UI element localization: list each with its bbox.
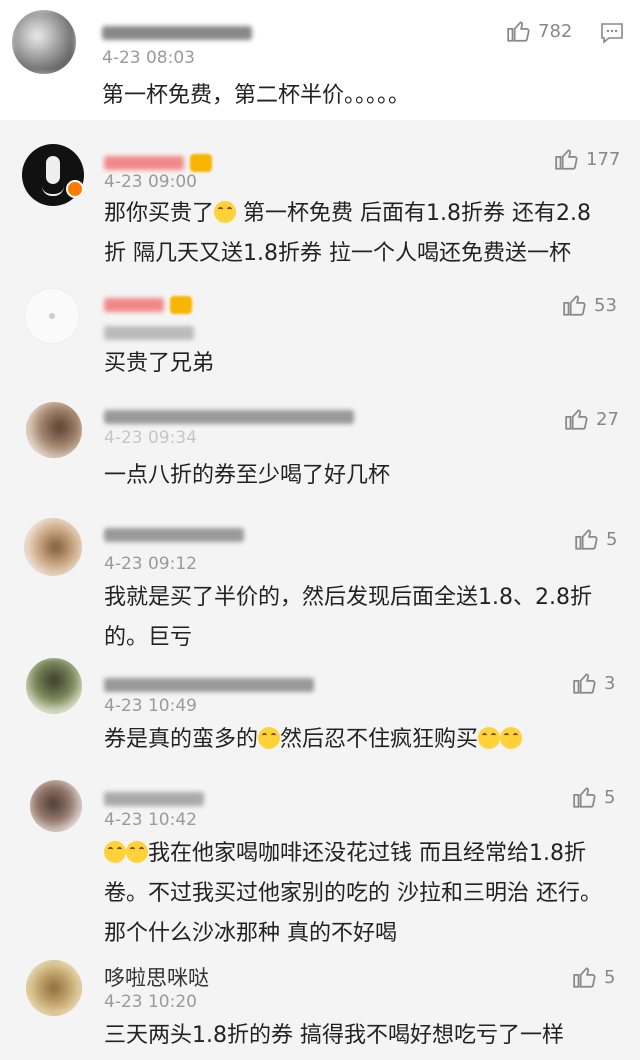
comment-text-part: 折 隔几天又送1.8折券 拉一个人喝还免费送一杯	[104, 241, 571, 266]
avatar[interactable]	[12, 10, 76, 74]
thumbs-up-icon	[573, 787, 596, 808]
like-button[interactable]: 177	[554, 146, 620, 172]
like-count: 5	[606, 528, 618, 550]
comment-text-line: 我就是买了半价的，然后发现后面全送1.8、2.8折	[104, 585, 592, 610]
sweat-emoji	[258, 727, 281, 749]
comment-text-part: 然后忍不住疯狂购买	[280, 727, 479, 752]
like-count: 5	[604, 966, 616, 988]
username-blurred[interactable]	[104, 410, 354, 424]
main-comment: 4-23 08:03 782 第一杯免费，第二杯半价。。。。。	[0, 0, 640, 120]
laughing-emoji	[126, 841, 148, 863]
like-button[interactable]: 5	[572, 784, 615, 810]
like-button[interactable]: 53	[562, 292, 617, 318]
avatar[interactable]	[24, 518, 82, 576]
comment-button[interactable]	[600, 22, 624, 48]
comment-time: 4-23 10:20	[104, 992, 197, 1012]
comment-text-part: 第一杯免费 后面有1.8折券 还有2.8	[243, 201, 591, 226]
comment-text: 我就是买了半价的，然后发现后面全送1.8、2.8折 的。巨亏	[104, 578, 624, 658]
avatar[interactable]	[26, 658, 82, 714]
comment-text-part: 那你买贵了	[104, 201, 215, 226]
comment-time: 4-23 10:49	[104, 696, 197, 716]
laughing-emoji	[478, 727, 501, 749]
avatar[interactable]	[26, 960, 82, 1016]
verified-badge	[66, 180, 84, 198]
username-blurred[interactable]	[104, 528, 244, 542]
time-blurred	[104, 326, 194, 340]
thumbs-up-icon	[575, 529, 598, 550]
comment-time: 4-23 08:03	[102, 48, 195, 68]
like-button[interactable]: 5	[574, 526, 617, 552]
username-blurred[interactable]	[104, 678, 314, 692]
thumbs-up-icon	[507, 21, 530, 42]
avatar[interactable]	[24, 288, 80, 344]
like-button[interactable]: 5	[572, 964, 615, 990]
avatar[interactable]	[30, 780, 82, 832]
comment-time: 4-23 09:12	[104, 554, 197, 574]
thumbs-up-icon	[563, 295, 586, 316]
username-blurred[interactable]	[104, 792, 204, 806]
comment-text-part: 券是真的蛮多的	[104, 727, 259, 752]
comment-text: 那你买贵了 第一杯免费 后面有1.8折券 还有2.8 折 隔几天又送1.8折券 …	[104, 194, 624, 274]
thumbs-up-icon	[573, 673, 596, 694]
comment-text: 一点八折的券至少喝了好几杯	[104, 463, 391, 488]
username-blurred[interactable]	[104, 298, 164, 312]
laughing-emoji	[104, 841, 126, 863]
comment-text: 三天两头1.8折的券 搞得我不喝好想吃亏了一样	[104, 1023, 564, 1048]
like-count: 53	[594, 294, 617, 316]
comment-text-line: 我在他家喝咖啡还没花过钱 而且经常给1.8折	[148, 841, 586, 866]
like-button[interactable]: 782	[506, 18, 572, 44]
vip-badge	[190, 154, 212, 172]
like-count: 177	[586, 148, 621, 170]
thumbs-up-icon	[555, 149, 578, 170]
thumbs-up-icon	[573, 967, 596, 988]
like-count: 3	[604, 672, 616, 694]
laughing-emoji	[214, 201, 237, 223]
avatar[interactable]	[26, 402, 82, 458]
comment-text-line: 卷。不过我买过他家别的吃的 沙拉和三明治 还行。	[104, 881, 602, 906]
username-blurred[interactable]	[104, 156, 184, 170]
like-button[interactable]: 27	[564, 406, 619, 432]
comment-time: 4-23 10:42	[104, 810, 197, 830]
like-count: 27	[596, 408, 619, 430]
username[interactable]: 哆啦思咪哒	[104, 962, 209, 992]
comment-text: 我在他家喝咖啡还没花过钱 而且经常给1.8折 卷。不过我买过他家别的吃的 沙拉和…	[104, 834, 624, 954]
comment-text: 买贵了兄弟	[104, 351, 215, 376]
vip-badge	[170, 296, 192, 314]
like-count: 782	[538, 20, 573, 42]
laughing-emoji	[500, 727, 523, 749]
comment-text-line: 那个什么沙冰那种 真的不好喝	[104, 921, 397, 946]
comment-time: 4-23 09:00	[104, 172, 197, 192]
comment-text: 第一杯免费，第二杯半价。。。。。	[102, 83, 411, 108]
thumbs-up-icon	[565, 409, 588, 430]
comment-icon	[601, 23, 623, 44]
like-count: 5	[604, 786, 616, 808]
username-blurred[interactable]	[102, 26, 252, 40]
comment-time: 4-23 09:34	[104, 428, 197, 448]
like-button[interactable]: 3	[572, 670, 615, 696]
comment-text-line: 的。巨亏	[104, 625, 193, 650]
comment-text: 券是真的蛮多的 然后忍不住疯狂购买	[104, 720, 523, 760]
replies-list: 4-23 09:00 177 那你买贵了 第一杯免费 后面有1.8折券 还有2.…	[0, 120, 640, 1060]
